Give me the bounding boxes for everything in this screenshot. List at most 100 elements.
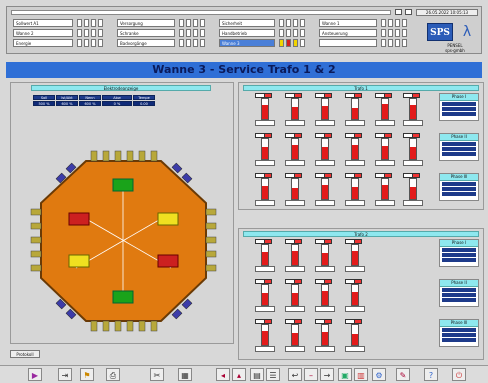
indicator xyxy=(193,39,198,47)
status-field[interactable]: Ansteuerung xyxy=(319,29,377,37)
electrode-icon xyxy=(68,254,90,268)
gauge xyxy=(285,133,305,166)
indicator xyxy=(186,19,191,27)
arrow-left-icon[interactable]: ◂ xyxy=(216,368,230,381)
phase-box: Phase III xyxy=(439,173,479,201)
indicator xyxy=(193,29,198,37)
check-icon[interactable] xyxy=(395,9,402,15)
pen-icon[interactable]: ✎ xyxy=(396,368,410,381)
gauge xyxy=(345,173,365,206)
status-field[interactable]: Schranke xyxy=(117,29,175,37)
electrode-caption: Elektrodeanzeige xyxy=(31,85,211,91)
gauge xyxy=(255,239,275,272)
indicator xyxy=(84,29,89,37)
gauge xyxy=(315,173,335,206)
indicator xyxy=(381,29,386,37)
gauge xyxy=(285,173,305,206)
indicator xyxy=(98,39,103,47)
gauge xyxy=(403,93,423,126)
help-icon[interactable]: ? xyxy=(424,368,438,381)
warning-indicator xyxy=(293,39,298,47)
indicator xyxy=(84,19,89,27)
close-icon[interactable] xyxy=(405,9,412,15)
gauge xyxy=(255,133,275,166)
status-field[interactable]: Wanne 1 xyxy=(319,19,377,27)
phase-label: Phase II xyxy=(440,134,478,141)
indicator xyxy=(179,39,184,47)
indicator xyxy=(388,19,393,27)
table-value: 600 % xyxy=(79,101,101,106)
grid-icon[interactable]: ▤ xyxy=(250,368,264,381)
gauge xyxy=(403,133,423,166)
indicator xyxy=(186,29,191,37)
gauge xyxy=(315,93,335,126)
status-bar: 26.05.2022 10:05:13 Sollwert A1 Wanne 2 … xyxy=(6,6,482,54)
status-field[interactable]: Versorgung xyxy=(117,19,175,27)
indicator xyxy=(91,39,96,47)
indicator xyxy=(286,19,291,27)
indicator xyxy=(395,29,400,37)
phase-box: Phase I xyxy=(439,239,479,267)
forward-icon[interactable]: → xyxy=(320,368,334,381)
gauge xyxy=(345,279,365,312)
indicator xyxy=(402,19,407,27)
table-header: Ist/Akt xyxy=(56,95,78,100)
gauge xyxy=(255,93,275,126)
flag-icon[interactable]: ⚑ xyxy=(80,368,94,381)
list-icon[interactable]: ☰ xyxy=(266,368,280,381)
indicator xyxy=(91,29,96,37)
status-field[interactable]: Sollwert A1 xyxy=(13,19,73,27)
phase-label: Phase III xyxy=(440,174,478,181)
indicator xyxy=(84,39,89,47)
phase-label: Phase I xyxy=(440,94,478,101)
table-icon[interactable]: ▦ xyxy=(178,368,192,381)
indicator xyxy=(179,29,184,37)
date-time: 26.05.2022 10:05:13 xyxy=(416,9,478,16)
phase-box: Phase II xyxy=(439,279,479,307)
gauge xyxy=(255,173,275,206)
status-field[interactable]: Wanne 2 xyxy=(13,29,73,37)
gauge xyxy=(285,319,305,352)
indicator xyxy=(279,19,284,27)
phase-box: Phase III xyxy=(439,319,479,347)
gauge xyxy=(315,239,335,272)
status-field[interactable]: Handbetrieb xyxy=(219,29,275,37)
status-field[interactable] xyxy=(319,39,377,47)
electrode-panel: Elektrodeanzeige Soll Ist/Akt Nenn Abw T… xyxy=(10,82,234,344)
alarm-indicator xyxy=(286,39,291,47)
protocol-button[interactable]: Protokoll xyxy=(10,350,40,358)
gauge xyxy=(285,279,305,312)
indicator xyxy=(200,39,205,47)
print-icon[interactable]: ⎙ xyxy=(106,368,120,381)
indicator xyxy=(200,29,205,37)
phase-label: Phase II xyxy=(440,280,478,287)
exit-icon[interactable]: ⏻ xyxy=(452,368,466,381)
gauge xyxy=(345,239,365,272)
status-field[interactable]: Badvorgänge xyxy=(117,39,175,47)
minus-icon[interactable]: – xyxy=(304,368,318,381)
step-icon[interactable]: ⇥ xyxy=(58,368,72,381)
chart-icon[interactable]: ▥ xyxy=(354,368,368,381)
indicator xyxy=(186,39,191,47)
gauge xyxy=(285,239,305,272)
trafo1-panel: Trafo 1 Phase I Phase II Phase III xyxy=(238,82,484,210)
page-title: Wanne 3 - Service Trafo 1 & 2 xyxy=(6,62,482,78)
settings-icon[interactable]: ⚙ xyxy=(372,368,386,381)
status-field[interactable]: Sicherheit xyxy=(219,19,275,27)
electrode-icon xyxy=(112,290,134,304)
gauge xyxy=(375,173,395,206)
indicator xyxy=(381,19,386,27)
back-icon[interactable]: ↩ xyxy=(288,368,302,381)
indicator xyxy=(193,19,198,27)
table-header: Soll xyxy=(33,95,55,100)
indicator xyxy=(293,29,298,37)
warning-indicator xyxy=(279,39,284,47)
indicator xyxy=(300,29,305,37)
monitor-icon[interactable]: ▣ xyxy=(338,368,352,381)
status-field[interactable]: Energie xyxy=(13,39,73,47)
indicator xyxy=(388,29,393,37)
cut-icon[interactable]: ✂ xyxy=(150,368,164,381)
play-icon[interactable]: ▶ xyxy=(28,368,42,381)
status-field-active[interactable]: Wanne 3 xyxy=(219,39,275,47)
arrow-up-icon[interactable]: ▴ xyxy=(232,368,246,381)
